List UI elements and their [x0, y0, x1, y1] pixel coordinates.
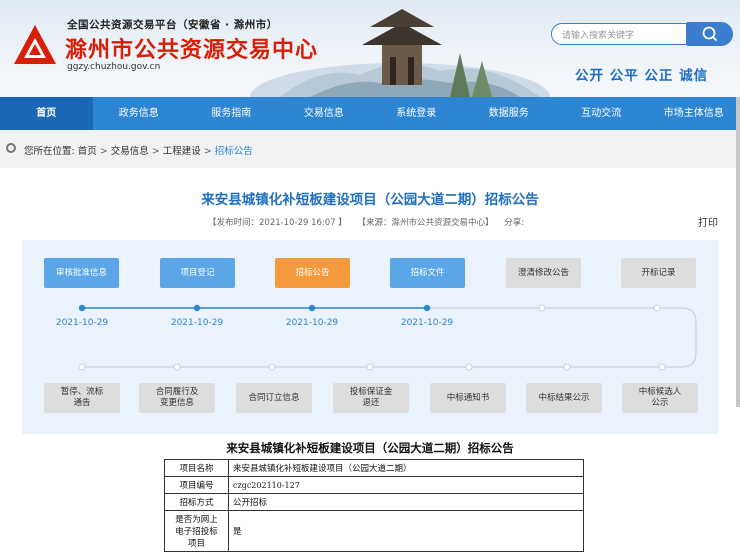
table-value: 是 [228, 510, 584, 552]
step-label-line: 通告 [73, 398, 91, 408]
flow-node-5 [538, 304, 546, 312]
nav-gov-info[interactable]: 政务信息 [93, 97, 186, 130]
flow-node-12 [563, 363, 571, 371]
table-row: 项目编号 czgc202110-127 [164, 476, 584, 494]
step-label-line: 公示 [651, 398, 669, 408]
step-contract-signing[interactable]: 合同订立信息 [236, 383, 312, 413]
flow-node-2 [193, 304, 201, 312]
table-key: 是否为网上 电子招投标 项目 [164, 510, 229, 552]
site-header: 全国公共资源交易平台（安徽省 · 滁州市） 滁州市公共资源交易中心 ggzy.c… [0, 0, 740, 97]
platform-subtitle: 全国公共资源交易平台（安徽省 · 滁州市） [67, 19, 278, 31]
step-label-line: 中标候选人 [638, 387, 682, 397]
trade-center-logo [14, 25, 56, 64]
article-source: 【来源：滁州市公共资源交易中心】 [357, 218, 494, 228]
table-key: 项目编号 [164, 476, 229, 494]
breadcrumb-separator: > [203, 146, 212, 157]
main-nav: 首页 政务信息 服务指南 交易信息 系统登录 数据服务 互动交流 市场主体信息 [0, 97, 740, 130]
process-flow: 审核批准信息 项目登记 招标公告 招标文件 澄清修改公告 开标记录 2021-1… [22, 240, 718, 434]
page-scrollbar[interactable] [736, 97, 740, 407]
breadcrumb-separator: > [99, 146, 108, 157]
step-date-2: 2021-10-29 [170, 318, 224, 328]
nav-data-service[interactable]: 数据服务 [463, 97, 556, 130]
step-label-line: 投标保证金 [349, 387, 393, 397]
project-info-table: 项目名称 来安县城镇化补短板建设项目（公园大道二期） 项目编号 czgc2021… [164, 459, 584, 552]
publish-time: 【发布时间：2021-10-29 16:07 】 [208, 218, 347, 228]
flow-node-8 [173, 363, 181, 371]
breadcrumb-trade-info[interactable]: 交易信息 [111, 146, 149, 157]
search-button[interactable] [687, 22, 733, 46]
site-domain: ggzy.chuzhou.gov.cn [67, 62, 161, 72]
table-value: czgc202110-127 [228, 476, 584, 494]
nav-trade-info[interactable]: 交易信息 [278, 97, 371, 130]
flow-node-13 [658, 363, 666, 371]
step-tender-documents[interactable]: 招标文件 [390, 258, 465, 288]
step-label-line: 变更信息 [159, 398, 194, 408]
breadcrumb: 您所在位置: 首页 > 交易信息 > 工程建设 > 招标公告 [24, 143, 253, 157]
table-row: 是否为网上 电子招投标 项目 是 [164, 510, 584, 552]
table-row: 招标方式 公开招标 [164, 493, 584, 511]
search-input[interactable]: 请输入搜索关键字 [551, 23, 687, 45]
location-icon [6, 143, 16, 153]
step-label-line: 合同履行及 [155, 387, 199, 397]
flow-node-7 [78, 363, 86, 371]
table-key-line: 项目 [187, 539, 205, 549]
table-row: 项目名称 来安县城镇化补短板建设项目（公园大道二期） [164, 459, 584, 477]
article-title: 来安县城镇化补短板建设项目（公园大道二期）招标公告 [201, 192, 539, 208]
step-clarification-notice[interactable]: 澄清修改公告 [506, 258, 581, 288]
step-candidate-publicity[interactable]: 中标候选人 公示 [622, 383, 698, 413]
flow-node-6 [653, 304, 661, 312]
table-key: 项目名称 [164, 459, 229, 477]
step-date-3: 2021-10-29 [285, 318, 339, 328]
flow-node-10 [366, 363, 374, 371]
step-suspension-notice[interactable]: 暂停、流标 通告 [44, 383, 120, 413]
section-title: 来安县城镇化补短板建设项目（公园大道二期）招标公告 [226, 441, 514, 455]
breadcrumb-current[interactable]: 招标公告 [215, 146, 253, 157]
article-meta: 【发布时间：2021-10-29 16:07 】 【来源：滁州市公共资源交易中心… [208, 216, 532, 228]
flow-node-11 [465, 363, 473, 371]
nav-home[interactable]: 首页 [0, 97, 93, 130]
flow-node-3 [308, 304, 316, 312]
breadcrumb-home[interactable]: 首页 [78, 146, 97, 157]
table-key-line: 是否为网上 [175, 515, 218, 525]
step-deposit-refund[interactable]: 投标保证金 退还 [333, 383, 409, 413]
step-project-registration[interactable]: 项目登记 [160, 258, 235, 288]
step-date-1: 2021-10-29 [55, 318, 109, 328]
breadcrumb-bar: 您所在位置: 首页 > 交易信息 > 工程建设 > 招标公告 [0, 130, 740, 168]
step-label-line: 退还 [362, 398, 380, 408]
breadcrumb-separator: > [151, 146, 160, 157]
nav-service-guide[interactable]: 服务指南 [185, 97, 278, 130]
table-value: 公开招标 [228, 493, 584, 511]
nav-system-login[interactable]: 系统登录 [370, 97, 463, 130]
share-label: 分享: [504, 218, 525, 228]
step-bid-opening-record[interactable]: 开标记录 [621, 258, 696, 288]
step-contract-performance[interactable]: 合同履行及 变更信息 [139, 383, 215, 413]
print-button[interactable]: 打印 [698, 214, 718, 229]
step-approval-info[interactable]: 审核批准信息 [44, 258, 119, 288]
step-tender-notice[interactable]: 招标公告 [275, 258, 350, 288]
step-award-notice[interactable]: 中标通知书 [430, 383, 506, 413]
breadcrumb-engineering[interactable]: 工程建设 [163, 146, 201, 157]
table-value: 来安县城镇化补短板建设项目（公园大道二期） [228, 459, 584, 477]
site-slogan: 公开 公平 公正 诚信 [575, 68, 709, 84]
flow-node-1 [78, 304, 86, 312]
step-label-line: 暂停、流标 [60, 387, 104, 397]
step-date-4: 2021-10-29 [400, 318, 454, 328]
step-award-result[interactable]: 中标结果公示 [526, 383, 602, 413]
search-icon [702, 26, 718, 42]
nav-market-entity[interactable]: 市场主体信息 [648, 97, 740, 130]
breadcrumb-prefix: 您所在位置: [24, 146, 75, 157]
article-content: 来安县城镇化补短板建设项目（公园大道二期）招标公告 【发布时间：2021-10-… [8, 168, 732, 557]
flow-node-9 [268, 363, 276, 371]
flow-node-4 [423, 304, 431, 312]
nav-interaction[interactable]: 互动交流 [555, 97, 648, 130]
table-key: 招标方式 [164, 493, 229, 511]
table-key-line: 电子招投标 [175, 527, 218, 537]
site-title: 滁州市公共资源交易中心 [65, 37, 319, 63]
